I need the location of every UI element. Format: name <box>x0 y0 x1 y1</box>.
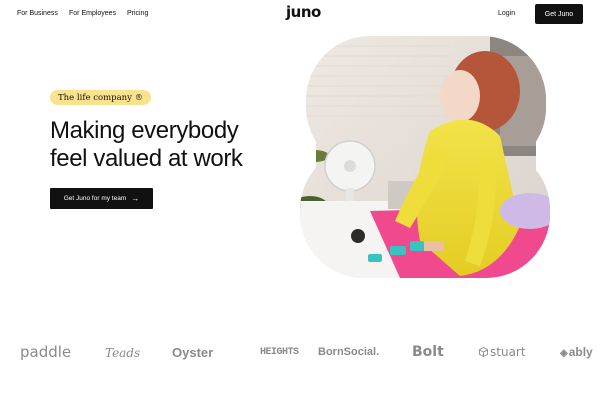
hero-cta-label: Get Juno for my team <box>63 195 127 202</box>
get-juno-button[interactable]: Get Juno <box>535 4 583 24</box>
nav-link-for-business[interactable]: For Business <box>17 10 58 17</box>
bolt-logo: Bolt <box>412 344 444 360</box>
registered-mark: ® <box>134 93 143 102</box>
ably-logo: ◈ably <box>560 345 593 359</box>
top-nav: For Business For Employees Pricing juno … <box>0 0 600 30</box>
oyster-logo: Oyster <box>172 345 214 360</box>
stuart-logo-text: stuart <box>490 345 526 359</box>
arrow-right-icon: → <box>131 193 140 203</box>
hero-photo <box>300 36 550 278</box>
tagline-text: The life company <box>58 92 132 103</box>
ably-mark-icon: ◈ <box>560 348 568 359</box>
heights-logo: HEIGHTS <box>260 347 299 358</box>
stuart-logo: stuart <box>479 345 526 359</box>
juno-logo[interactable]: juno <box>286 3 321 21</box>
nav-link-for-employees[interactable]: For Employees <box>69 10 116 17</box>
client-logo-strip: paddle Teads Oyster HEIGHTS BornSocial. … <box>0 340 600 368</box>
headline-line-1: Making everybody <box>50 117 239 144</box>
bornsocial-logo: BornSocial. <box>318 346 380 358</box>
hero-headline: Making everybody feel valued at work <box>50 117 310 173</box>
headline-line-2: feel valued at work <box>50 145 243 172</box>
get-juno-for-team-button[interactable]: Get Juno for my team → <box>50 188 153 209</box>
paddle-logo: paddle <box>20 343 72 361</box>
nav-link-pricing[interactable]: Pricing <box>127 10 148 17</box>
stuart-cube-icon <box>479 347 488 357</box>
ably-logo-text: ably <box>568 345 593 359</box>
login-link[interactable]: Login <box>498 10 515 17</box>
teads-logo: Teads <box>105 346 141 360</box>
tagline-pill: The life company ® <box>50 90 151 105</box>
